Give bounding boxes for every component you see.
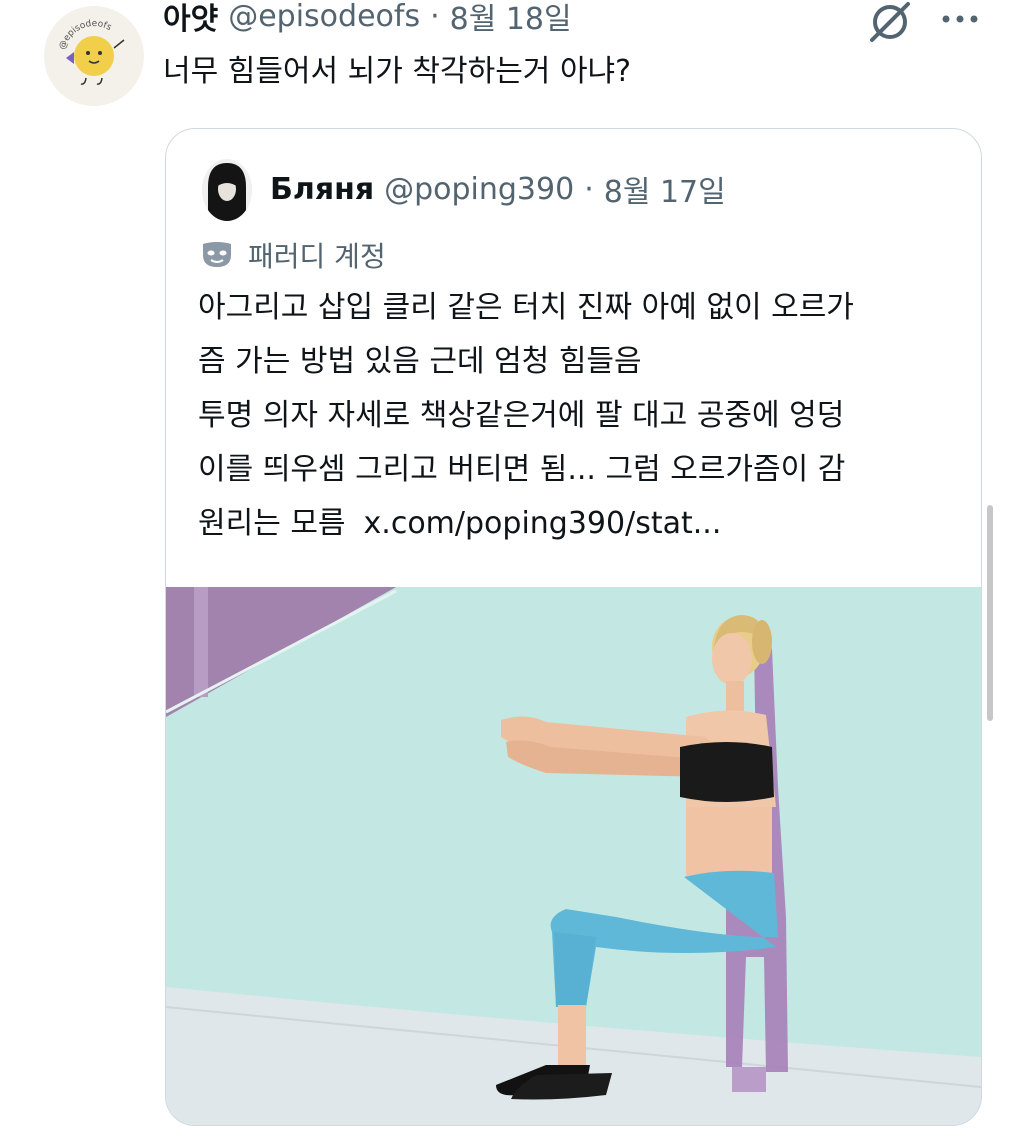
quote-separator-dot: · (584, 171, 594, 207)
more-icon[interactable] (938, 4, 982, 34)
quote-header: Бляня @poping390 · 8월 17일 (270, 167, 726, 211)
quote-text-line: 원리는 모름 x.com/poping390/stat... (198, 497, 968, 551)
quote-avatar-image (202, 159, 252, 221)
quote-user-handle[interactable]: @poping390 (384, 172, 574, 207)
media-image[interactable] (166, 587, 981, 1125)
avatar[interactable]: @episodeofs (44, 6, 144, 106)
quote-avatar[interactable] (202, 159, 252, 221)
tweet-header: 아얏 @episodeofs · 8월 18일 (163, 0, 572, 38)
quote-text-line: 투명 의자 자세로 책상같은거에 팔 대고 공중에 엉덩 (198, 398, 845, 433)
display-name[interactable]: 아얏 (163, 0, 218, 38)
quote-text-line: 아그리고 삽입 클리 같은 터치 진짜 아예 없이 오르가 (198, 290, 854, 325)
parody-account-label: 패러디 계정 (200, 235, 386, 275)
quote-text: 아그리고 삽입 클리 같은 터치 진짜 아예 없이 오르가 즘 가는 방법 있음… (198, 281, 968, 551)
quote-link[interactable]: x.com/poping390/stat... (364, 506, 722, 541)
parody-label-text: 패러디 계정 (248, 240, 386, 273)
quote-date[interactable]: 8월 17일 (604, 167, 726, 211)
scrollbar[interactable] (987, 505, 993, 721)
avatar-illustration: @episodeofs (58, 19, 125, 85)
mask-icon (203, 242, 231, 267)
quote-text-line: 이를 띄우셈 그리고 버티면 됨... 그럼 오르가즘이 감 (198, 452, 846, 487)
quoted-tweet[interactable]: Бляня @poping390 · 8월 17일 패러디 계정 아그리고 삽입… (165, 128, 982, 1126)
user-handle[interactable]: @episodeofs (228, 0, 420, 34)
quote-display-name[interactable]: Бляня (270, 172, 374, 207)
tweet-date[interactable]: 8월 18일 (450, 0, 572, 38)
quote-text-line: 즘 가는 방법 있음 근데 엄청 힘들음 (198, 344, 642, 379)
separator-dot: · (430, 0, 440, 34)
grok-icon[interactable] (866, 0, 914, 44)
tweet-text: 너무 힘들어서 뇌가 착각하는거 아냐? (163, 54, 632, 89)
quote-text-last: 원리는 모름 (198, 506, 346, 541)
